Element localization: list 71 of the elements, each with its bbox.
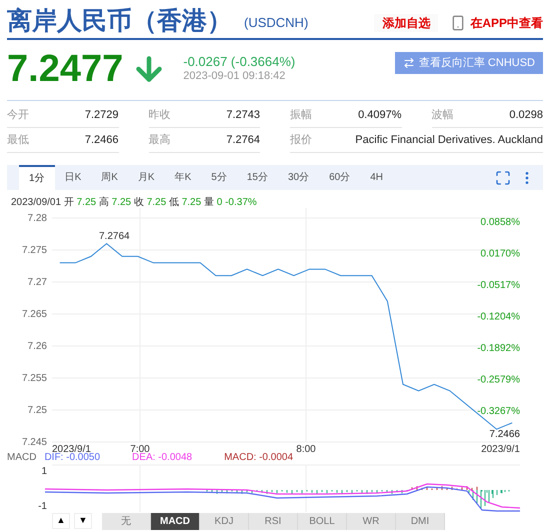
indicator-value: DEA: -0.0048: [132, 452, 192, 464]
period-tab[interactable]: 日K: [54, 165, 92, 190]
axis-label: -1: [38, 501, 47, 512]
axis-label: 0.0858%: [480, 217, 520, 228]
stat-label: 波幅: [432, 108, 454, 123]
indicator-tab[interactable]: RSI: [249, 512, 298, 530]
stat-label: 今开: [7, 108, 29, 123]
fullscreen-icon[interactable]: [495, 170, 511, 186]
period-tab[interactable]: 1分: [19, 165, 55, 190]
axis-label: 7.245: [22, 437, 47, 448]
stat-label: 最高: [148, 132, 170, 148]
stat-label: 振幅: [290, 108, 312, 123]
swap-icon: [402, 57, 415, 69]
phone-icon: [450, 15, 466, 31]
axis-label: -0.3267%: [477, 406, 520, 417]
period-tab[interactable]: 周K: [91, 165, 128, 190]
high-price-label: 7.2764: [99, 231, 130, 242]
period-tab[interactable]: 60分: [319, 165, 360, 190]
axis-label: 0.0170%: [480, 248, 520, 260]
axis-label: 7.25: [28, 405, 47, 416]
stat-label: 报价: [290, 132, 312, 148]
axis-label: 7.27: [28, 277, 47, 288]
indicator-tab[interactable]: KDJ: [200, 512, 249, 530]
axis-label: 7:00: [130, 444, 150, 452]
macd-title: MACD: [7, 452, 36, 464]
last-price-label: 7.2466: [489, 429, 520, 440]
axis-label: 7.255: [22, 373, 47, 384]
axis-label: 7.28: [28, 213, 47, 224]
axis-label: -0.0517%: [477, 280, 520, 291]
scroll-button[interactable]: ▲: [52, 513, 70, 529]
add-watchlist-link[interactable]: 添加自选: [374, 14, 438, 32]
axis-label: 7.26: [28, 341, 47, 352]
indicator-tab[interactable]: BOLL: [298, 512, 347, 530]
stat-value: 7.2764: [226, 132, 260, 148]
symbol-code: (USDCNH): [244, 14, 308, 32]
stat-value: 7.2466: [84, 132, 118, 148]
period-tab[interactable]: 30分: [278, 165, 320, 190]
indicator-tab[interactable]: MACD: [151, 512, 200, 530]
axis-label: 7.275: [22, 245, 47, 256]
stat-value: 7.2729: [84, 108, 118, 123]
axis-label: -0.2579%: [477, 374, 520, 386]
price-value: 7.2477: [7, 48, 124, 90]
period-tab[interactable]: 15分: [236, 165, 278, 190]
indicator-value: DIF: -0.0050: [44, 452, 100, 464]
indicator-value: MACD: -0.0004: [224, 452, 294, 464]
period-tab[interactable]: 月K: [128, 165, 165, 190]
indicator-tab[interactable]: WR: [347, 512, 396, 530]
app-link[interactable]: 在APP中查看: [450, 14, 543, 32]
stat-value: 0.0298: [509, 108, 543, 123]
axis-label: 8:00: [296, 444, 316, 452]
indicator-tab[interactable]: DMI: [396, 512, 445, 530]
axis-label: 2023/9/1: [481, 444, 520, 452]
page-title: 离岸人民币（香港）: [7, 6, 232, 36]
indicator-tab[interactable]: 无: [102, 512, 151, 530]
axis-label: -0.1892%: [477, 343, 520, 354]
scroll-button[interactable]: ▼: [74, 513, 92, 529]
stat-value: Pacific Financial Derivatives. Auckland: [355, 132, 543, 148]
axis-label: 2023/9/1: [52, 444, 91, 452]
axis-label: 7.265: [22, 309, 47, 320]
period-tab[interactable]: 5分: [201, 165, 237, 190]
period-tab[interactable]: 4H: [360, 165, 393, 190]
timestamp: 2023-09-01 09:18:42: [183, 69, 286, 84]
stat-label: 昨收: [148, 108, 170, 123]
axis-label: 1: [41, 466, 47, 477]
stat-value: 0.4097%: [358, 108, 402, 123]
axis-label: -0.1204%: [477, 312, 520, 322]
period-tab[interactable]: 年K: [164, 165, 202, 190]
chart-info-text: 2023/09/01 开 7.25 高 7.25 收 7.25 低 7.25 量 0 -0.37%: [11, 197, 257, 208]
price-change: -0.0267 (-0.3664%): [183, 54, 296, 69]
stat-label: 最低: [7, 132, 29, 148]
stat-value: 7.2743: [226, 108, 260, 123]
